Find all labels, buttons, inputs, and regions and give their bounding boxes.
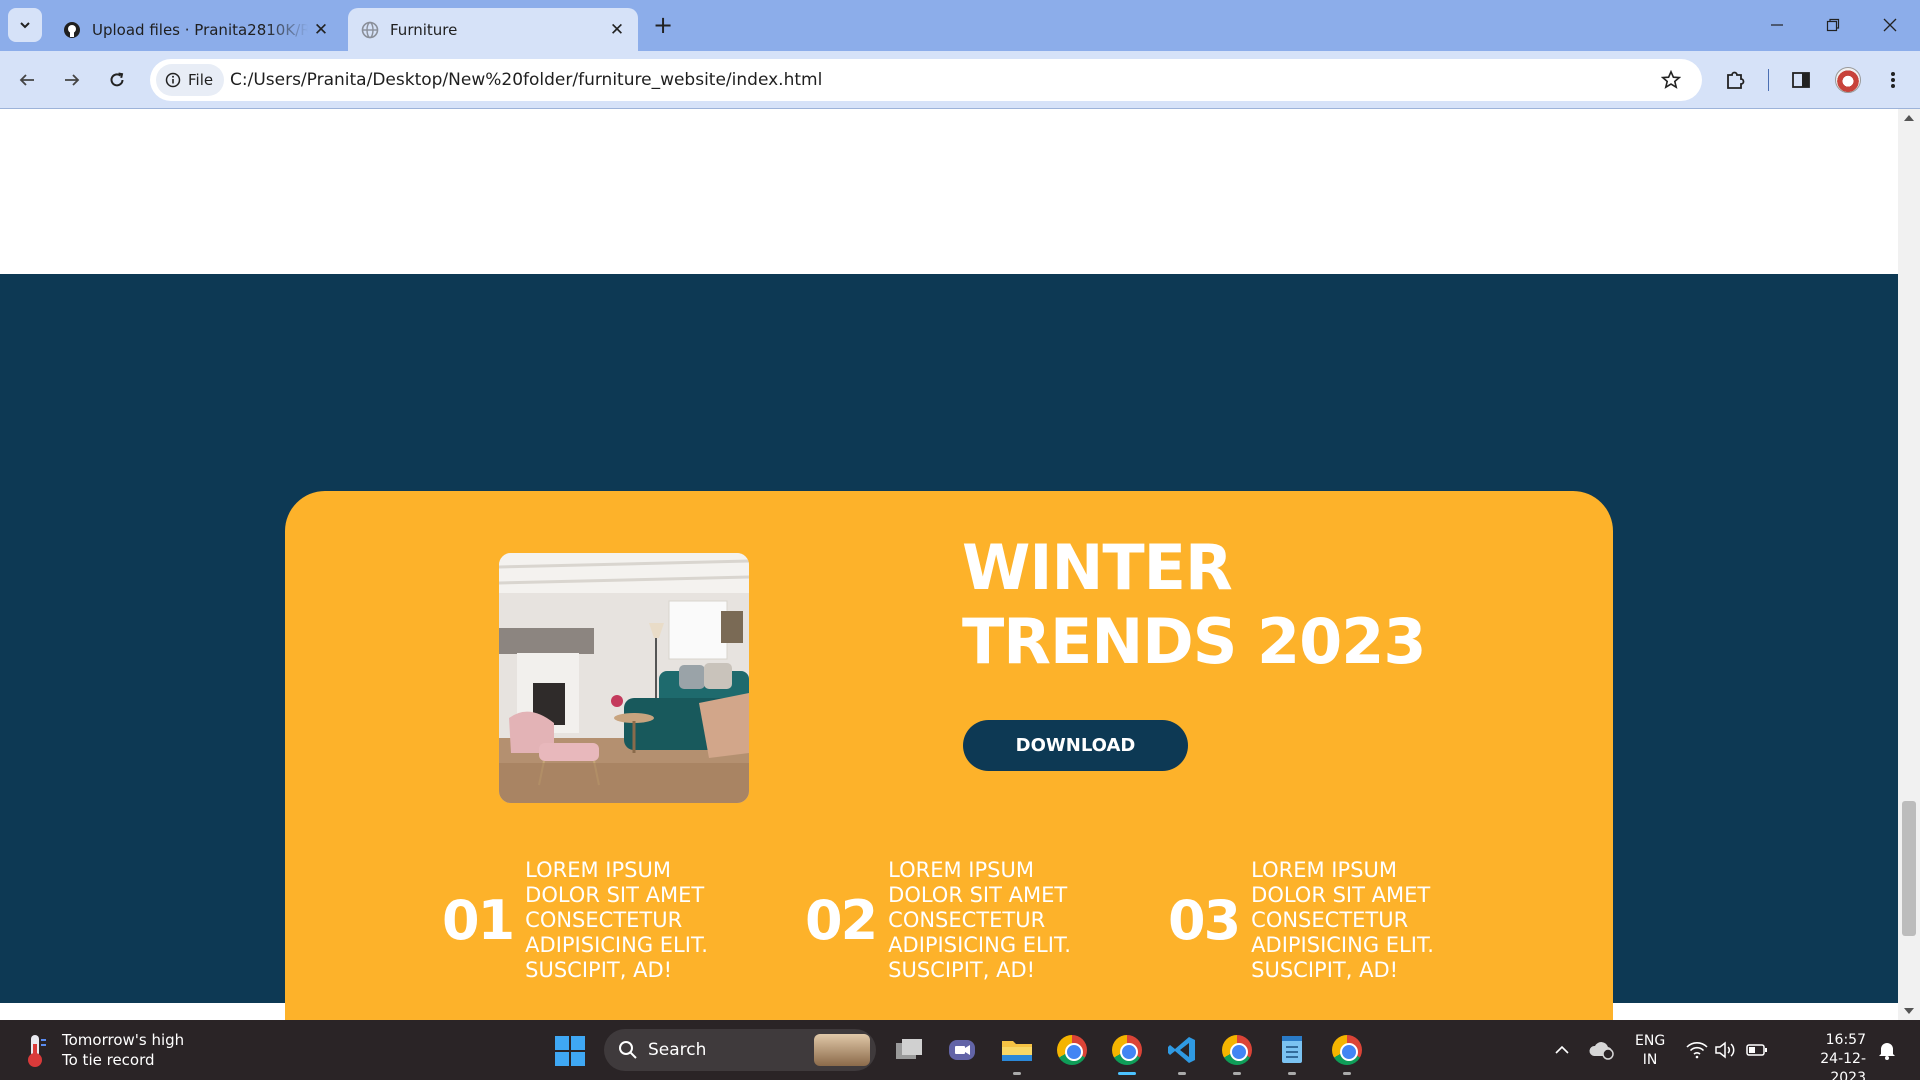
minimize-button[interactable] <box>1749 6 1805 44</box>
room-photo <box>499 553 749 803</box>
arrow-right-icon <box>65 74 80 86</box>
search-label: Search <box>648 1040 707 1060</box>
thermometer-icon <box>28 1035 46 1067</box>
headline-line-1: WINTER <box>962 531 1233 604</box>
feature-number: 01 <box>442 889 515 952</box>
chrome-alt-icon[interactable] <box>1220 1033 1254 1067</box>
browser-toolbar: File C:/Users/Pranita/Desktop/New%20fold… <box>0 51 1920 109</box>
notepad-icon[interactable] <box>1275 1033 1309 1067</box>
page-viewport: WINTER TRENDS 2023 DOWNLOAD 01 LOREM IPS… <box>0 109 1898 1020</box>
tab-github[interactable]: Upload files · Pranita2810K/Res ✕ <box>48 8 342 51</box>
tab-furniture[interactable]: Furniture ✕ <box>348 8 638 51</box>
toolbar-divider <box>1768 69 1769 91</box>
lang-line-2: IN <box>1642 1052 1658 1068</box>
teams-chat-icon[interactable] <box>945 1033 979 1067</box>
close-icon[interactable]: ✕ <box>308 17 334 43</box>
file-explorer-icon[interactable] <box>1000 1033 1034 1067</box>
taskbar: Tomorrow's high To tie record Search ENG… <box>0 1020 1920 1086</box>
system-clock[interactable]: 16:57 24-12-2023 <box>1786 1031 1866 1088</box>
headline: WINTER TRENDS 2023 <box>962 531 1427 679</box>
chrome-icon[interactable] <box>1055 1033 1089 1067</box>
more-vertical-icon <box>1891 72 1895 88</box>
close-window-button[interactable] <box>1862 6 1918 44</box>
tab-search-button[interactable] <box>8 8 42 42</box>
search-highlight-image <box>814 1034 870 1066</box>
url-text[interactable]: C:/Users/Pranita/Desktop/New%20folder/fu… <box>230 70 822 90</box>
restore-icon <box>1826 18 1840 32</box>
taskbar-search[interactable]: Search <box>604 1029 876 1071</box>
chevron-up-icon[interactable] <box>1545 1033 1579 1067</box>
vertical-scrollbar[interactable] <box>1898 109 1920 1020</box>
bookmark-star-icon[interactable] <box>1658 67 1684 93</box>
feature-text: LOREM IPSUM DOLOR SIT AMET CONSECTETUR A… <box>888 858 1071 982</box>
puzzle-icon <box>1727 71 1745 89</box>
task-view-icon[interactable] <box>892 1033 926 1067</box>
feature-number: 03 <box>1168 889 1241 952</box>
feature-item: 01 LOREM IPSUM DOLOR SIT AMET CONSECTETU… <box>442 858 735 983</box>
profile-avatar[interactable] <box>1835 67 1861 93</box>
new-tab-button[interactable]: + <box>650 11 676 39</box>
close-icon <box>1883 18 1897 32</box>
tab-title: Furniture <box>390 20 458 39</box>
chrome-profile-icon[interactable] <box>1110 1033 1144 1067</box>
close-icon[interactable]: ✕ <box>604 17 630 43</box>
promo-card: WINTER TRENDS 2023 DOWNLOAD 01 LOREM IPS… <box>285 491 1613 1020</box>
chevron-down-icon <box>20 22 30 29</box>
language-indicator[interactable]: ENG IN <box>1635 1032 1665 1070</box>
feature-number: 02 <box>805 889 878 952</box>
vscode-icon[interactable] <box>1165 1033 1199 1067</box>
weather-line-2: To tie record <box>62 1051 155 1069</box>
chrome-work-icon[interactable] <box>1330 1033 1364 1067</box>
forward-button[interactable] <box>55 63 89 97</box>
promo-section: WINTER TRENDS 2023 DOWNLOAD 01 LOREM IPS… <box>0 274 1898 1020</box>
github-icon <box>62 20 82 40</box>
weather-line-1: Tomorrow's high <box>62 1031 185 1049</box>
volume-icon[interactable] <box>1708 1033 1742 1067</box>
side-panel-icon <box>1792 72 1810 88</box>
feature-text: LOREM IPSUM DOLOR SIT AMET CONSECTETUR A… <box>525 858 708 982</box>
clock-time: 16:57 <box>1825 1032 1866 1048</box>
site-info-chip[interactable]: File <box>156 64 225 96</box>
menu-button[interactable] <box>1876 63 1910 97</box>
reload-icon <box>110 72 124 87</box>
feature-text: LOREM IPSUM DOLOR SIT AMET CONSECTETUR A… <box>1251 858 1434 982</box>
scroll-thumb[interactable] <box>1902 801 1916 936</box>
side-panel-button[interactable] <box>1784 63 1818 97</box>
notification-bell-icon[interactable] <box>1870 1033 1904 1067</box>
tab-strip: Upload files · Pranita2810K/Res ✕ Furnit… <box>0 0 1920 51</box>
minimize-icon <box>1771 24 1783 26</box>
feature-item: 03 LOREM IPSUM DOLOR SIT AMET CONSECTETU… <box>1168 858 1461 983</box>
arrow-left-icon <box>19 74 34 86</box>
scroll-up-arrow-icon[interactable] <box>1904 115 1914 121</box>
globe-icon <box>360 20 380 40</box>
lang-line-1: ENG <box>1635 1033 1666 1049</box>
start-button[interactable] <box>555 1036 585 1066</box>
back-button[interactable] <box>10 63 44 97</box>
search-icon <box>619 1041 637 1059</box>
download-button[interactable]: DOWNLOAD <box>963 720 1188 771</box>
onedrive-icon[interactable] <box>1585 1033 1619 1067</box>
scroll-down-arrow-icon[interactable] <box>1904 1008 1914 1014</box>
feature-item: 02 LOREM IPSUM DOLOR SIT AMET CONSECTETU… <box>805 858 1098 983</box>
restore-button[interactable] <box>1805 6 1861 44</box>
tab-title: Upload files · Pranita2810K/Res <box>92 20 308 39</box>
headline-line-2: TRENDS 2023 <box>962 605 1427 678</box>
info-icon <box>165 72 181 88</box>
reload-button[interactable] <box>100 63 134 97</box>
extensions-button[interactable] <box>1718 63 1752 97</box>
address-bar[interactable]: File C:/Users/Pranita/Desktop/New%20fold… <box>150 59 1702 101</box>
battery-icon[interactable] <box>1740 1033 1774 1067</box>
site-chip-label: File <box>188 71 214 89</box>
clock-date: 24-12-2023 <box>1820 1051 1866 1086</box>
weather-widget[interactable]: Tomorrow's high To tie record <box>22 1030 184 1070</box>
